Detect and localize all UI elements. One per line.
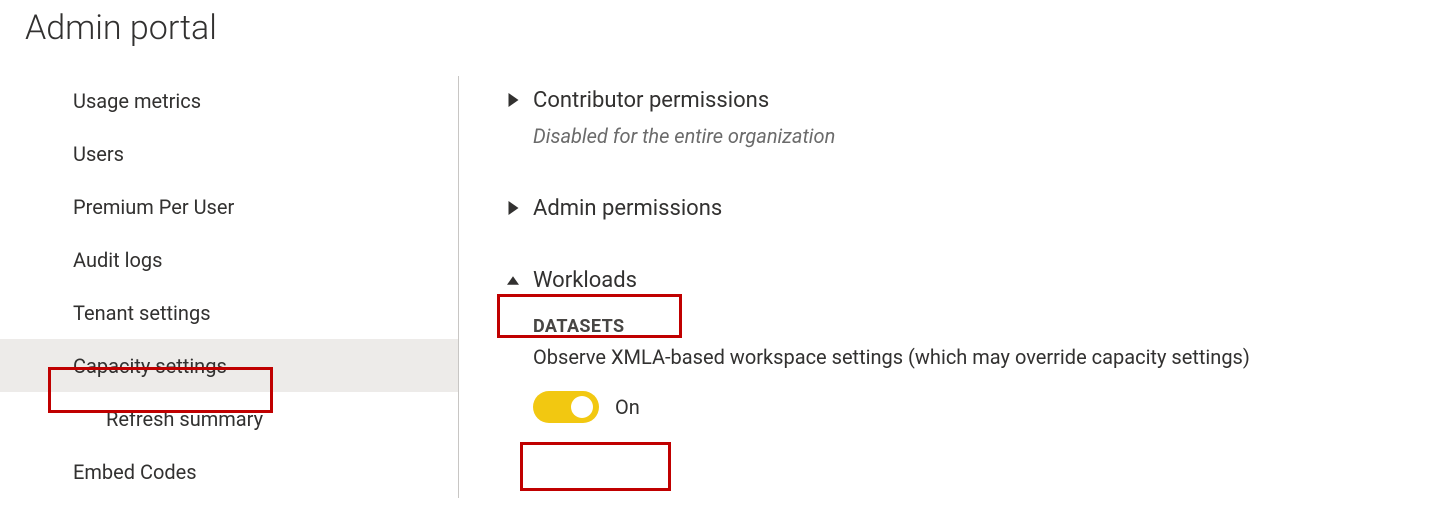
sidebar-item-tenant-settings[interactable]: Tenant settings <box>0 286 458 339</box>
sidebar-item-embed-codes[interactable]: Embed Codes <box>0 445 458 498</box>
section-label: Contributor permissions <box>533 88 769 113</box>
sidebar-item-refresh-summary[interactable]: Refresh summary <box>0 392 458 445</box>
sidebar-item-capacity-settings[interactable]: Capacity settings <box>0 339 458 392</box>
sidebar-item-usage-metrics[interactable]: Usage metrics <box>0 74 458 127</box>
chevron-right-icon <box>507 201 519 215</box>
sidebar-item-label: Premium Per User <box>73 195 234 219</box>
datasets-group: DATASETS Observe XMLA-based workspace se… <box>533 316 1429 423</box>
sidebar-nav: Usage metrics Users Premium Per User Aud… <box>0 74 458 498</box>
toggle-row: On <box>533 391 1429 423</box>
sidebar-item-label: Users <box>73 142 124 166</box>
sidebar-item-label: Embed Codes <box>73 460 197 484</box>
section-contributor-permissions[interactable]: Contributor permissions <box>507 82 1429 118</box>
observe-xmla-toggle[interactable] <box>533 391 599 423</box>
contributor-status-text: Disabled for the entire organization <box>533 124 1429 148</box>
sidebar-item-label: Tenant settings <box>73 301 211 325</box>
content-pane: Contributor permissions Disabled for the… <box>459 74 1429 423</box>
sidebar-item-users[interactable]: Users <box>0 127 458 180</box>
toggle-state-label: On <box>615 395 640 419</box>
section-label: Workloads <box>533 268 637 293</box>
toggle-knob <box>571 396 593 418</box>
section-workloads[interactable]: Workloads <box>507 262 1429 298</box>
sidebar-item-label: Usage metrics <box>73 89 201 113</box>
body-row: Usage metrics Users Premium Per User Aud… <box>0 74 1429 498</box>
chevron-right-icon <box>507 93 519 107</box>
sidebar-item-label: Capacity settings <box>73 354 227 378</box>
datasets-heading: DATASETS <box>533 316 1429 337</box>
sidebar-item-label: Audit logs <box>73 248 162 272</box>
sidebar-item-premium-per-user[interactable]: Premium Per User <box>0 180 458 233</box>
section-label: Admin permissions <box>533 196 722 221</box>
datasets-description: Observe XMLA-based workspace settings (w… <box>533 345 1429 369</box>
page-title: Admin portal <box>25 8 1429 48</box>
section-admin-permissions[interactable]: Admin permissions <box>507 190 1429 226</box>
chevron-up-icon <box>507 275 519 286</box>
sidebar-item-label: Refresh summary <box>106 407 263 431</box>
sidebar-item-audit-logs[interactable]: Audit logs <box>0 233 458 286</box>
